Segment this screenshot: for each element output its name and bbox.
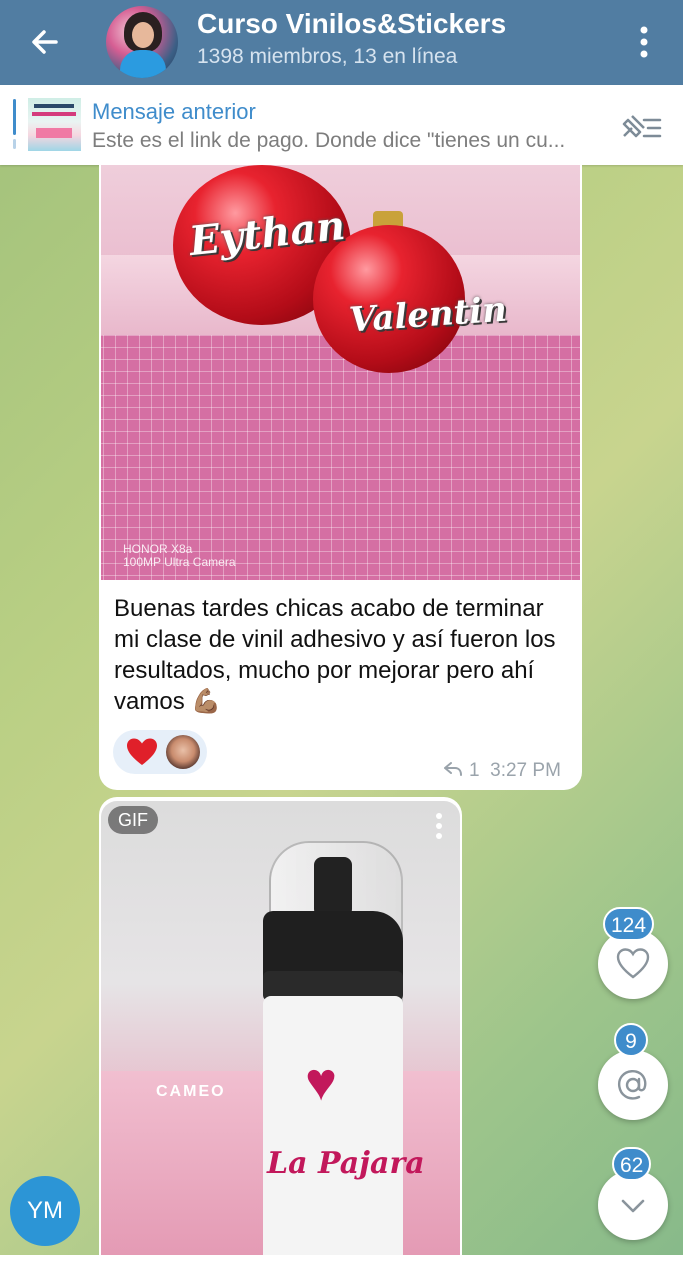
gif-message-bubble[interactable]: CAMEO ♥ La Pajara GIF [99,797,462,1257]
chat-header: Curso Vinilos&Stickers 1398 miembros, 13… [0,0,683,85]
reactor-avatar [166,735,200,769]
camera-watermark: HONOR X8a 100MP Ultra Camera [123,542,236,569]
input-bar[interactable] [0,1255,683,1280]
chat-subtitle: 1398 miembros, 13 en línea [197,45,458,68]
bottle-heart-design: ♥ [305,1052,338,1112]
reply-count: 1 [469,760,480,781]
group-avatar[interactable] [106,6,178,78]
chevron-down-icon [621,1199,645,1213]
mentions-count-badge: 9 [614,1023,648,1057]
pinned-indicator [13,99,16,135]
back-arrow-icon[interactable] [22,18,70,66]
pinned-message-bar[interactable]: Mensaje anterior Este es el link de pago… [0,85,683,165]
pinned-text: Este es el link de pago. Donde dice "tie… [92,129,566,152]
more-options-icon[interactable] [628,22,660,62]
reaction-chip[interactable] [113,730,207,774]
pinned-title: Mensaje anterior [92,99,256,124]
pinned-thumbnail [28,98,81,151]
bottle-text: La Pajara [267,1146,425,1181]
user-avatar[interactable]: YM [10,1176,80,1246]
at-sign-icon [617,1070,647,1100]
heart-icon [127,738,157,765]
bottle [263,996,403,1257]
gif-media[interactable]: CAMEO ♥ La Pajara [101,801,460,1257]
mentions-button[interactable] [598,1050,668,1120]
heart-outline-icon [616,948,650,979]
unread-count-badge: 62 [612,1147,652,1181]
reactions-count-badge: 124 [603,907,655,941]
cameo-label: CAMEO [156,1083,226,1100]
message-photo[interactable]: Eythan Valentin HONOR X8a 100MP Ultra Ca… [101,165,580,580]
gif-badge: GIF [108,806,158,834]
media-menu-icon[interactable] [433,811,445,841]
pinned-list-icon[interactable] [618,108,664,148]
chat-title[interactable]: Curso Vinilos&Stickers [197,8,506,40]
message-bubble[interactable]: Eythan Valentin HONOR X8a 100MP Ultra Ca… [99,165,582,790]
reply-icon [444,762,462,776]
message-meta: 1 3:27 PM [443,760,561,782]
message-time: 3:27 PM [490,760,561,781]
message-text: Buenas tardes chicas acabo de terminar m… [114,595,556,715]
pinned-indicator-secondary [13,139,16,149]
